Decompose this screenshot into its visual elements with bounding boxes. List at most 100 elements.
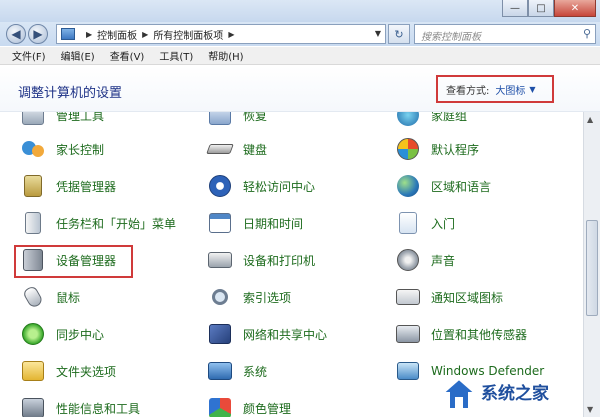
item-label: 默认程序 [431, 142, 480, 157]
item-credential-manager[interactable]: 凭据管理器 [20, 171, 116, 201]
system-icon [207, 359, 233, 383]
menu-file[interactable]: 文件(F) [12, 48, 46, 63]
item-performance[interactable]: 性能信息和工具 [20, 393, 140, 417]
menu-tools[interactable]: 工具(T) [159, 48, 193, 63]
search-input[interactable]: 搜索控制面板 ⚲ [414, 24, 596, 44]
getting-started-icon [395, 211, 421, 235]
forward-button[interactable]: ▶ [28, 24, 48, 44]
item-label: 恢复 [243, 112, 268, 123]
item-sync-center[interactable]: 同步中心 [20, 319, 104, 349]
close-button[interactable]: ✕ [554, 0, 596, 17]
item-label: 鼠标 [56, 290, 81, 305]
item-region-language[interactable]: 区域和语言 [395, 171, 491, 201]
item-label: 家庭组 [431, 112, 468, 123]
item-label: 家长控制 [56, 142, 105, 157]
content-header: 调整计算机的设置 查看方式: 大图标 ▼ [0, 66, 600, 112]
performance-icon [20, 396, 46, 417]
view-by-label: 查看方式: [446, 85, 490, 97]
forward-arrow-icon: ▶ [33, 27, 43, 41]
ease-of-access-icon [207, 174, 233, 198]
search-placeholder: 搜索控制面板 [421, 32, 481, 43]
scroll-up-icon[interactable]: ▲ [587, 115, 593, 124]
refresh-button[interactable]: ↻ [388, 24, 410, 44]
view-by-selector[interactable]: 查看方式: 大图标 ▼ [436, 75, 554, 103]
watermark-logo-icon [441, 377, 477, 410]
item-label: 文件夹选项 [56, 364, 117, 379]
default-programs-icon [395, 137, 421, 161]
scrollbar-thumb[interactable] [586, 220, 598, 316]
device-manager-highlight [14, 245, 133, 278]
item-label: 管理工具 [56, 112, 105, 123]
address-dropdown-icon[interactable]: ▼ [375, 29, 381, 38]
item-label: 颜色管理 [243, 401, 292, 416]
maximize-button[interactable]: □ [528, 0, 554, 17]
item-label: 声音 [431, 253, 456, 268]
region-language-icon [395, 174, 421, 198]
sync-center-icon [20, 322, 46, 346]
admin-tools-icon [20, 112, 46, 127]
item-indexing-options[interactable]: 索引选项 [207, 282, 291, 312]
search-icon[interactable]: ⚲ [583, 27, 591, 40]
item-admin-tools[interactable]: 管理工具 [20, 112, 104, 130]
item-system[interactable]: 系统 [207, 356, 267, 386]
credential-manager-icon [20, 174, 46, 198]
minimize-button[interactable]: — [502, 0, 528, 17]
devices-printers-icon [207, 248, 233, 272]
menu-bar: 文件(F) 编辑(E) 查看(V) 工具(T) 帮助(H) [0, 47, 600, 65]
item-label: 区域和语言 [431, 179, 492, 194]
window-title-bar: — □ ✕ [0, 0, 600, 22]
item-keyboard[interactable]: 键盘 [206, 134, 268, 164]
color-management-icon [207, 396, 233, 417]
item-label: 凭据管理器 [56, 179, 117, 194]
breadcrumb-control-panel[interactable]: 控制面板 [97, 27, 137, 42]
item-getting-started[interactable]: 入门 [395, 208, 455, 238]
item-folder-options[interactable]: 文件夹选项 [20, 356, 116, 386]
breadcrumb-separator-icon: ▶ [142, 29, 149, 39]
item-date-time[interactable]: 日期和时间 [207, 208, 303, 238]
item-notification-area[interactable]: 通知区域图标 [395, 282, 503, 312]
item-sound[interactable]: 声音 [395, 245, 455, 275]
item-default-programs[interactable]: 默认程序 [395, 134, 479, 164]
item-parental-controls[interactable]: 家长控制 [20, 134, 104, 164]
item-devices-printers[interactable]: 设备和打印机 [207, 245, 315, 275]
network-sharing-icon [207, 322, 233, 346]
address-bar[interactable]: ▶ 控制面板 ▶ 所有控制面板项 ▶ ▼ [56, 24, 386, 44]
item-label: 网络和共享中心 [243, 327, 328, 342]
item-label: 键盘 [243, 142, 268, 157]
sound-icon [395, 248, 421, 272]
back-button[interactable]: ◀ [6, 24, 26, 44]
item-label: 性能信息和工具 [56, 401, 141, 416]
recovery-icon [207, 112, 233, 127]
item-label: 系统 [243, 364, 268, 379]
window-controls: — □ ✕ [502, 0, 596, 17]
item-color-management[interactable]: 颜色管理 [207, 393, 291, 417]
item-ease-of-access[interactable]: 轻松访问中心 [207, 171, 315, 201]
chevron-down-icon[interactable]: ▼ [529, 85, 535, 94]
menu-edit[interactable]: 编辑(E) [61, 48, 95, 63]
navigation-bar: ◀ ▶ ▶ 控制面板 ▶ 所有控制面板项 ▶ ▼ ↻ 搜索控制面板 ⚲ [0, 22, 600, 46]
location-sensors-icon [395, 322, 421, 346]
taskbar-icon [20, 211, 46, 235]
item-label: 同步中心 [56, 327, 105, 342]
item-recovery[interactable]: 恢复 [207, 112, 267, 130]
item-homegroup[interactable]: 家庭组 [395, 112, 467, 130]
item-mouse[interactable]: 鼠标 [20, 282, 80, 312]
refresh-icon: ↻ [394, 27, 404, 41]
folder-options-icon [20, 359, 46, 383]
control-panel-icon [61, 28, 75, 40]
item-label: 索引选项 [243, 290, 292, 305]
watermark-text: 系统之家 [481, 384, 549, 404]
menu-view[interactable]: 查看(V) [110, 48, 145, 63]
item-label: 日期和时间 [243, 216, 304, 231]
item-location-sensors[interactable]: 位置和其他传感器 [395, 319, 527, 349]
breadcrumb-all-items[interactable]: 所有控制面板项 [153, 27, 223, 42]
mouse-icon [20, 284, 46, 310]
menu-help[interactable]: 帮助(H) [208, 48, 243, 63]
item-label: 轻松访问中心 [243, 179, 316, 194]
view-by-value[interactable]: 大图标 [495, 82, 525, 97]
watermark: 系统之家 [437, 369, 600, 417]
item-taskbar-start-menu[interactable]: 任务栏和「开始」菜单 [20, 208, 176, 238]
date-time-icon [207, 211, 233, 235]
item-network-sharing[interactable]: 网络和共享中心 [207, 319, 327, 349]
breadcrumb-separator-icon: ▶ [86, 29, 93, 39]
